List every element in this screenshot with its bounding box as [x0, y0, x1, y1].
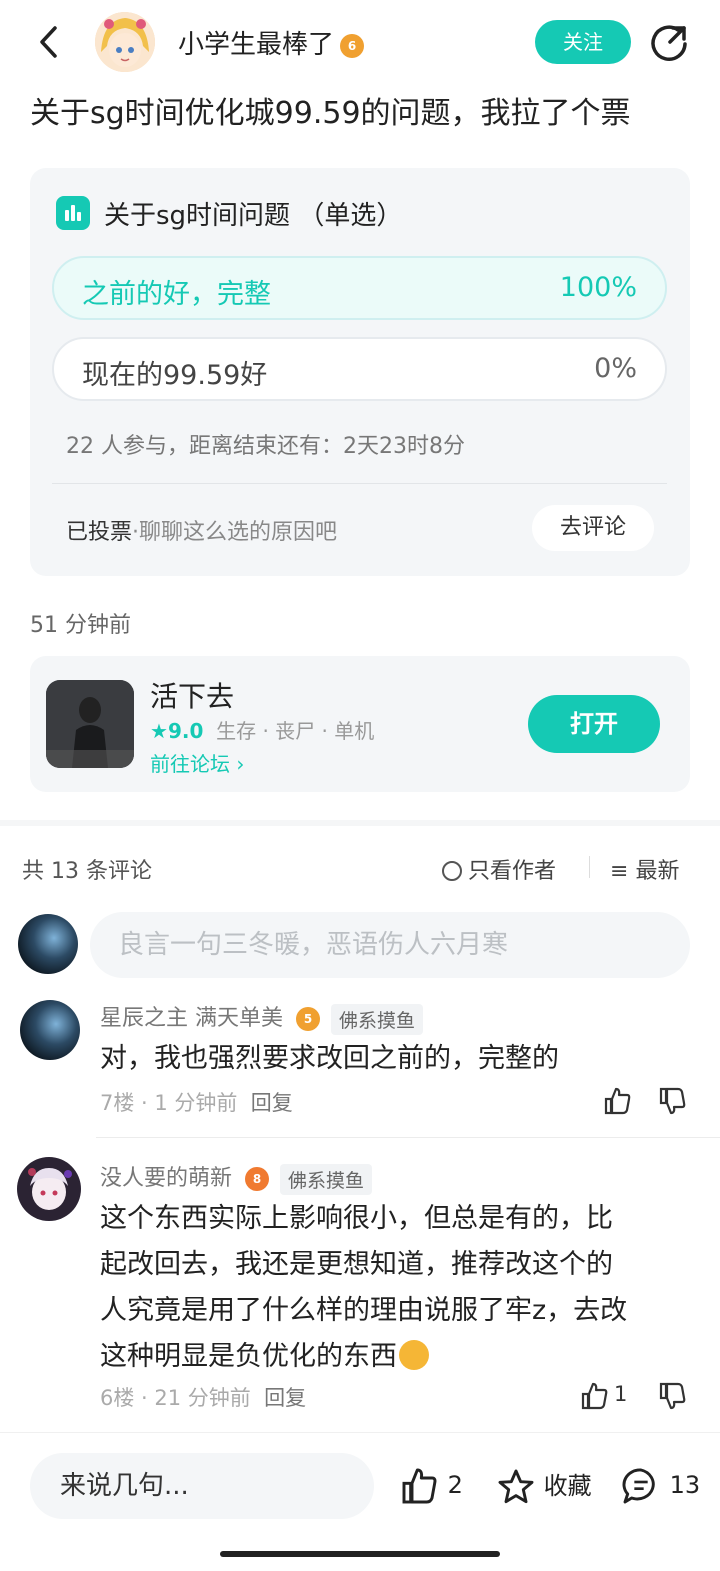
- star-outline-icon: [498, 1469, 534, 1504]
- game-thumbnail[interactable]: [46, 680, 134, 768]
- section-divider: [0, 820, 720, 826]
- divider: [589, 856, 590, 878]
- comment-meta: 6楼 · 21 分钟前 回复: [100, 1386, 307, 1410]
- reply-button[interactable]: 回复: [264, 1386, 306, 1410]
- favorite-button[interactable]: 收藏: [496, 1466, 592, 1507]
- poll-meta: 22 人参与，距离结束还有：2天23时8分: [66, 434, 465, 459]
- comment-text: 这个东西实际上影响很小，但总是有的，比 起改回去，我还是更想知道，推荐改这个的 …: [100, 1203, 628, 1372]
- comment-input[interactable]: [90, 912, 690, 978]
- user-tag: 佛系摸鱼: [280, 1163, 373, 1195]
- comment-meta: 7楼 · 1 分钟前 回复: [100, 1091, 293, 1115]
- my-avatar: [18, 914, 78, 974]
- author-name[interactable]: 小学生最棒了 6: [178, 24, 365, 61]
- commenter-avatar[interactable]: [20, 1000, 80, 1060]
- thumbs-up-icon[interactable]: [603, 1086, 633, 1116]
- post-title: 关于sg时间优化城99.59的问题，我拉了个票: [30, 96, 631, 131]
- level-badge-icon: 6: [340, 33, 365, 58]
- commenter-name[interactable]: 没人要的萌新 8 佛系摸鱼: [100, 1160, 373, 1195]
- comment-count: 共 13 条评论: [22, 859, 152, 884]
- thumbs-up-icon: [402, 1468, 437, 1504]
- forum-link[interactable]: 前往论坛 ›: [150, 748, 244, 777]
- open-game-button[interactable]: 打开: [528, 695, 660, 753]
- chevron-right-icon: ›: [236, 752, 245, 776]
- poll-option-2[interactable]: 现在的99.59好 0%: [52, 337, 667, 401]
- game-tags: 生存 · 丧尸 · 单机: [216, 719, 375, 743]
- reply-button[interactable]: 回复: [251, 1091, 293, 1115]
- share-icon[interactable]: [648, 22, 690, 64]
- go-comment-button[interactable]: 去评论: [532, 505, 654, 551]
- thumbs-up-icon[interactable]: [580, 1381, 610, 1411]
- thumbs-down-icon[interactable]: [658, 1381, 688, 1411]
- commenter-avatar[interactable]: [16, 1156, 82, 1222]
- follow-button[interactable]: 关注: [535, 20, 631, 64]
- comments-button[interactable]: 13: [620, 1466, 700, 1506]
- game-meta: ★9.0 生存 · 丧尸 · 单机: [150, 715, 374, 744]
- author-only-toggle[interactable]: 只看作者: [442, 853, 556, 885]
- poll-title: 关于sg时间问题 （单选）: [104, 201, 403, 231]
- poll-option-label: 之前的好，完整: [82, 279, 271, 310]
- voted-status: 已投票·聊聊这么选的原因吧: [66, 520, 338, 545]
- level-badge-icon: 8: [245, 1167, 270, 1191]
- poll-option-percent: 100%: [559, 272, 637, 303]
- star-icon: ★: [150, 719, 168, 743]
- author-avatar[interactable]: [95, 12, 155, 72]
- like-count: 1: [614, 1382, 628, 1406]
- level-badge-icon: 5: [296, 1007, 320, 1031]
- game-name[interactable]: 活下去: [150, 675, 234, 715]
- game-rating: 9.0: [167, 719, 204, 743]
- comment-text: 对，我也强烈要求改回之前的，完整的: [100, 1043, 559, 1074]
- post-time: 51 分钟前: [30, 613, 131, 638]
- poll-option-1[interactable]: 之前的好，完整 100%: [52, 256, 667, 320]
- poll-option-percent: 0%: [594, 353, 637, 384]
- sort-list-icon: ≡: [610, 859, 629, 884]
- like-post-button[interactable]: 2: [400, 1466, 463, 1506]
- home-indicator[interactable]: [220, 1551, 500, 1557]
- divider: [52, 483, 667, 484]
- sort-toggle[interactable]: ≡ 最新: [610, 853, 679, 885]
- reply-input[interactable]: 来说几句...: [30, 1453, 374, 1519]
- poll-option-label: 现在的99.59好: [82, 360, 268, 391]
- commenter-name[interactable]: 星辰之主 满天单美 5 佛系摸鱼: [100, 1000, 424, 1035]
- back-arrow-icon[interactable]: [30, 22, 70, 62]
- emoji-face-icon: [399, 1340, 429, 1370]
- divider: [96, 1137, 720, 1138]
- comment-bubble-icon: [622, 1468, 655, 1504]
- poll-chart-icon: [56, 196, 90, 230]
- thumbs-down-icon[interactable]: [658, 1086, 688, 1116]
- radio-circle-icon: [442, 861, 462, 881]
- user-tag: 佛系摸鱼: [331, 1003, 424, 1035]
